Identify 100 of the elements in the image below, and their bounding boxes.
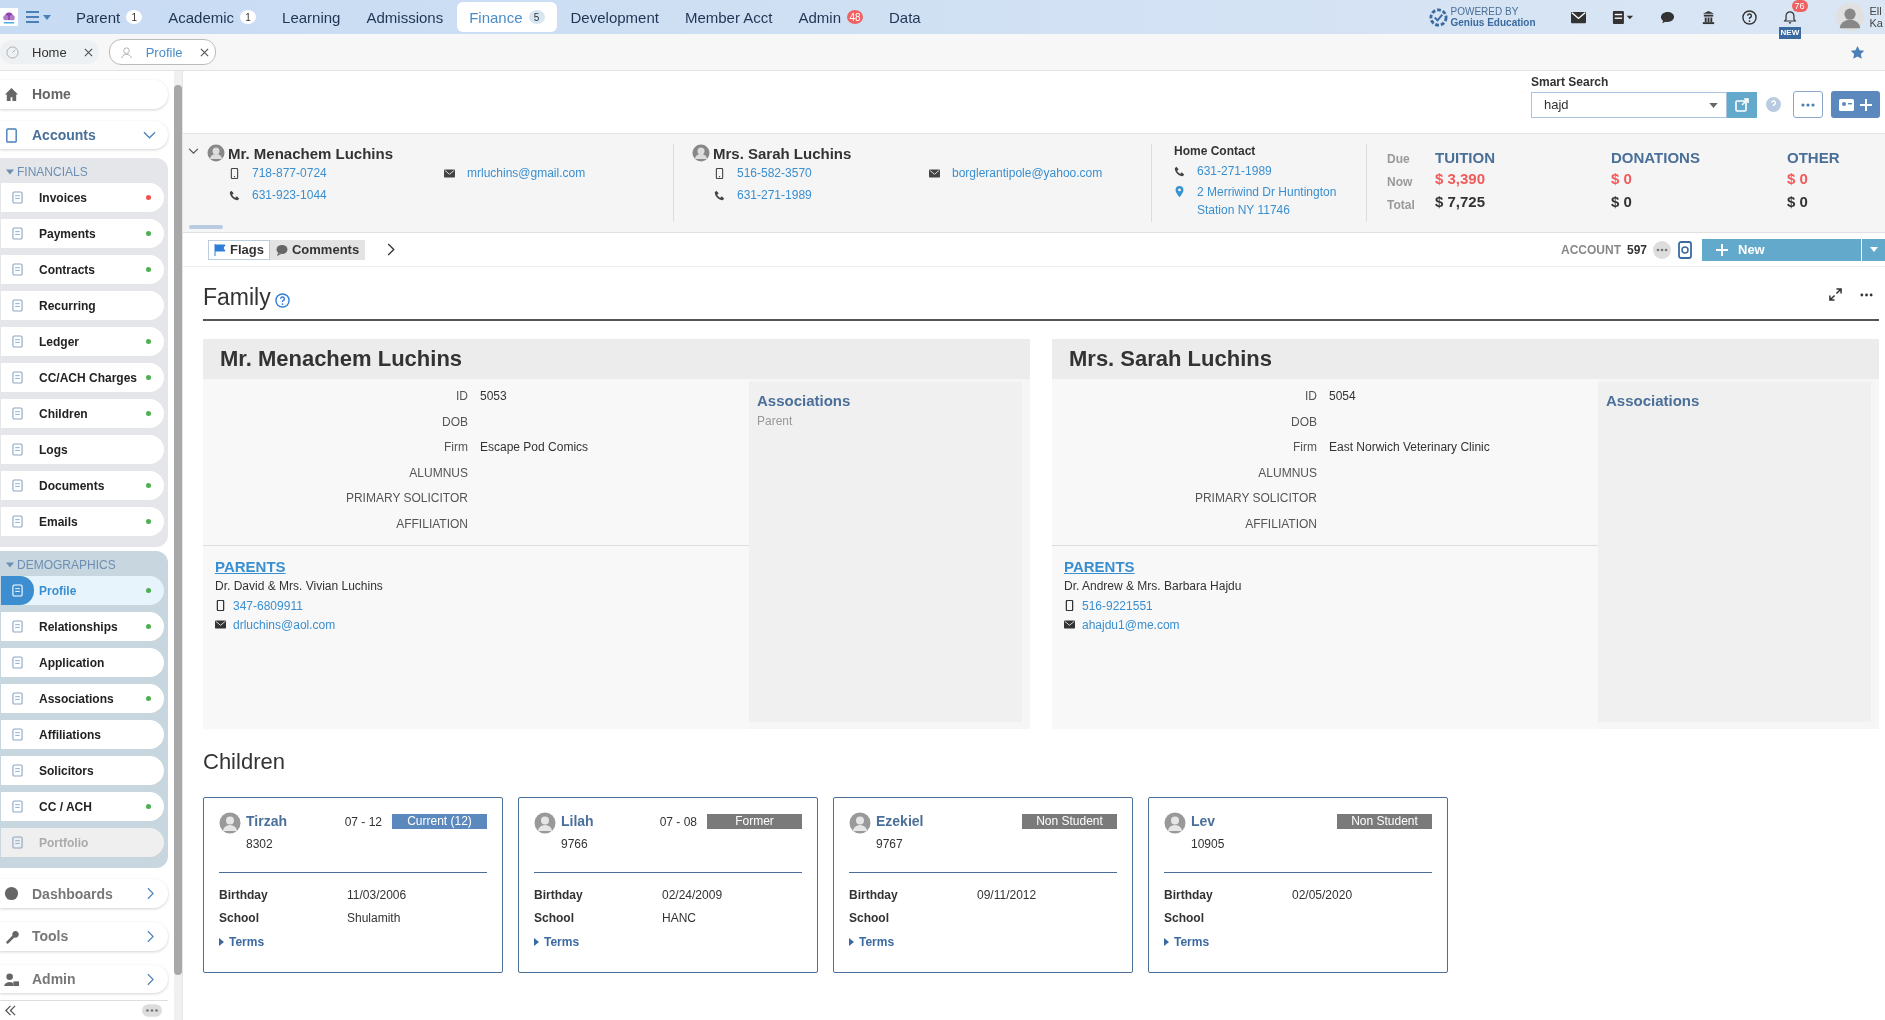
sidebar-item[interactable]: Affiliations	[1, 720, 164, 750]
sidebar-item[interactable]: Profile	[1, 576, 164, 606]
caret-icon[interactable]	[6, 169, 14, 176]
email-link[interactable]: ahajdu1@me.com	[1082, 617, 1180, 632]
open-external-button[interactable]	[1727, 91, 1757, 118]
phone-link[interactable]: 516-582-3570	[737, 166, 812, 180]
sidebar-item[interactable]: Invoices	[1, 183, 164, 213]
nav-tab[interactable]: Parent 1	[64, 2, 155, 32]
nav-tab[interactable]: Member Acct	[672, 2, 785, 32]
email-link[interactable]: mrluchins@gmail.com	[467, 166, 586, 180]
child-name[interactable]: Ezekiel	[876, 812, 1022, 830]
add-contact-button[interactable]	[1831, 91, 1880, 118]
phone-link[interactable]: 516-9221551	[1082, 598, 1153, 613]
sidebar-item[interactable]: Admin	[0, 964, 168, 994]
collapse-icon[interactable]	[4, 1005, 17, 1017]
email-link[interactable]: borglerantipole@yahoo.com	[952, 166, 1103, 180]
phone-link[interactable]: 631-271-1989	[1197, 164, 1272, 178]
star-icon[interactable]	[1850, 44, 1865, 60]
scrollbar-thumb[interactable]	[174, 85, 182, 975]
building-icon[interactable]	[1700, 9, 1716, 25]
toolbar-tab[interactable]: Flags	[208, 239, 270, 260]
caret-icon	[1869, 247, 1878, 252]
field-label: Birthday	[849, 887, 899, 904]
mail-icon	[444, 167, 455, 179]
child-name[interactable]: Tirzah	[246, 812, 345, 830]
sidebar-item[interactable]: Recurring	[1, 291, 164, 321]
close-icon[interactable]	[83, 47, 93, 57]
terms-toggle[interactable]: Terms	[849, 935, 895, 949]
grade-range: 07 - 12	[344, 815, 382, 829]
caret-icon[interactable]	[1709, 102, 1718, 108]
email-link[interactable]: drluchins@aol.com	[233, 617, 336, 632]
phone-icon	[1174, 165, 1185, 177]
nav-tab[interactable]: Development	[558, 2, 671, 32]
child-name[interactable]: Lev	[1191, 812, 1337, 830]
sidebar-item[interactable]: CC / ACH	[1, 792, 164, 822]
phone-link[interactable]: 631-923-1044	[252, 188, 327, 202]
sidebar-item[interactable]: Relationships	[1, 612, 164, 642]
phone-link[interactable]: 631-271-1989	[737, 188, 812, 202]
chat-icon[interactable]	[1659, 9, 1675, 25]
sidebar-item[interactable]: Children	[1, 399, 164, 429]
chevron-icon[interactable]	[188, 148, 199, 155]
chevron-icon[interactable]	[387, 243, 396, 256]
nav-tab[interactable]: Academic 1	[156, 2, 269, 32]
sidebar-item[interactable]: Solicitors	[1, 756, 164, 786]
document-dropdown-icon[interactable]	[1611, 9, 1634, 25]
page-icon	[12, 584, 23, 598]
sidebar-item[interactable]: Dashboards	[0, 879, 168, 909]
close-icon[interactable]	[199, 47, 209, 57]
nav-tab[interactable]: Learning	[270, 2, 353, 32]
associations-title: Associations	[1606, 392, 1701, 409]
expand-icon[interactable]	[1829, 288, 1842, 301]
help-icon[interactable]	[1741, 9, 1757, 25]
sidebar-item[interactable]: Contracts	[1, 255, 164, 285]
sidebar-item[interactable]: Accounts	[0, 120, 168, 150]
status-label: Current (12)	[392, 814, 487, 829]
sidebar-item[interactable]: Application	[1, 648, 164, 678]
phone-link[interactable]: 347-6809911	[233, 598, 303, 613]
row-label: Now	[1387, 174, 1414, 191]
more-icon[interactable]	[1860, 293, 1873, 297]
notification-badge: 76	[1791, 0, 1808, 12]
avatar-icon[interactable]	[1835, 3, 1864, 31]
field-label: ID	[1304, 388, 1317, 405]
terms-toggle[interactable]: Terms	[219, 935, 265, 949]
page-tab[interactable]: Home	[0, 40, 99, 64]
status-label: Non Student	[1022, 814, 1117, 829]
dropdown-button[interactable]	[1861, 238, 1885, 261]
user-name[interactable]: Ell	[1869, 5, 1883, 17]
nav-tab[interactable]: Data	[877, 2, 933, 32]
resize-handle[interactable]	[189, 225, 223, 229]
parents-link[interactable]: PARENTS	[1064, 558, 1135, 575]
toolbar-tab[interactable]: Comments	[269, 239, 366, 260]
child-name[interactable]: Lilah	[561, 812, 660, 830]
search-field[interactable]: hajd	[1531, 91, 1727, 118]
sidebar-item[interactable]: Home	[0, 80, 168, 109]
avatar-icon	[219, 812, 241, 834]
nav-tab[interactable]: Admissions	[354, 2, 456, 32]
sidebar-item[interactable]: Logs	[1, 435, 164, 465]
field-value: 02/24/2009	[662, 887, 724, 904]
address-link[interactable]: 2 Merriwind Dr Huntington Station NY 11746	[1197, 183, 1337, 219]
nav-tab[interactable]: Admin 48	[786, 2, 875, 32]
new-tag: NEW	[1778, 27, 1802, 39]
phone-link[interactable]: 718-877-0724	[252, 166, 327, 180]
user-name[interactable]: Ka	[1869, 17, 1883, 29]
bell-icon[interactable]	[1782, 9, 1797, 25]
sidebar-item[interactable]: Emails	[1, 507, 164, 537]
mail-icon[interactable]	[1570, 9, 1586, 25]
terms-toggle[interactable]: Terms	[1164, 935, 1210, 949]
mail-icon	[929, 167, 940, 179]
sidebar-item[interactable]: Documents	[1, 471, 164, 501]
parents-link[interactable]: PARENTS	[215, 558, 286, 575]
page-tab[interactable]: Profile	[108, 39, 216, 65]
mail-icon	[215, 619, 226, 630]
sidebar-item[interactable]: Tools	[0, 922, 168, 951]
sidebar-item[interactable]: Associations	[1, 684, 164, 714]
sidebar-item[interactable]: CC/ACH Charges	[1, 363, 164, 393]
nav-tab[interactable]: Finance 5	[457, 2, 557, 32]
terms-toggle[interactable]: Terms	[534, 935, 580, 949]
sidebar-item[interactable]: Ledger	[1, 327, 164, 357]
sidebar-item[interactable]: Payments	[1, 219, 164, 249]
menu-icon[interactable]	[26, 10, 52, 24]
